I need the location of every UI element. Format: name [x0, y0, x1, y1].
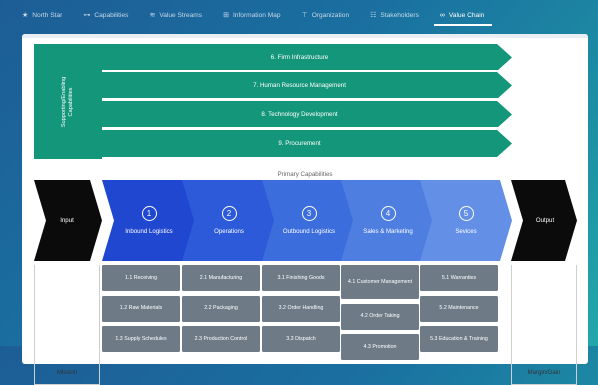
- stage-chevron-services[interactable]: 5 Sevices: [420, 180, 512, 261]
- nav-tab-label: Organization: [311, 11, 350, 19]
- support-row-label: 6. Firm Infrastructure: [270, 54, 329, 61]
- capability-card[interactable]: 3.3 Dispatch: [262, 326, 340, 352]
- stage-number-badge: 2: [221, 206, 237, 221]
- capability-card[interactable]: 1.3 Supply Schedules: [102, 326, 180, 352]
- mission-column: Mission: [34, 265, 100, 385]
- value-chain-panel: Supporting/Enabling Capabilities 6. Firm …: [22, 34, 588, 385]
- nav-tab-label: Stakeholders: [380, 11, 419, 19]
- supporting-capabilities-label: Supporting/Enabling Capabilities: [34, 44, 102, 159]
- link-icon: ∞: [439, 11, 445, 19]
- stakeholders-icon: ☷: [370, 11, 377, 19]
- capability-card[interactable]: 1.2 Raw Materials: [102, 295, 180, 322]
- stage-chevron-content: 5 Sevices: [420, 180, 512, 261]
- stage-number-badge: 1: [141, 206, 157, 221]
- mission-label: Mission: [56, 370, 78, 376]
- hierarchy-icon: ⊶: [83, 11, 91, 19]
- stage-name: Sales & Marketing: [363, 228, 413, 235]
- nav-tab-value-streams[interactable]: ≋ Value Streams: [149, 0, 202, 30]
- capability-card[interactable]: 4.2 Order Taking: [341, 303, 419, 330]
- nav-tab-capabilities[interactable]: ⊶ Capabilities: [83, 0, 128, 30]
- margin-column: Margin/Gain: [511, 265, 577, 385]
- map-icon: ⊞: [223, 11, 229, 19]
- capability-card[interactable]: 5.2 Maintenance: [420, 295, 498, 322]
- capability-card[interactable]: 2.1 Manufacturing: [182, 265, 260, 291]
- capability-card[interactable]: 4.3 Promotion: [341, 334, 419, 360]
- stage-name: Outbound Logistics: [282, 228, 336, 235]
- support-row-label: 7. Human Resource Management: [253, 82, 346, 89]
- stage-name: Sevices: [455, 228, 477, 235]
- nav-tab-label: North Star: [32, 11, 63, 19]
- capability-card[interactable]: 2.3 Production Control: [182, 326, 260, 352]
- input-chevron-content: Input: [34, 180, 100, 261]
- stage-name: Inbound Logistics: [125, 228, 173, 235]
- support-row-label: 9. Procurement: [278, 140, 321, 147]
- stage-number-badge: 4: [380, 206, 396, 221]
- nav-tab-information-map[interactable]: ⊞ Information Map: [223, 0, 281, 30]
- star-icon: ★: [22, 11, 29, 19]
- support-row-technology-development[interactable]: 8. Technology Development: [102, 101, 512, 128]
- capability-column-inbound-logistics: 1.1 Receiving 1.2 Raw Materials 1.3 Supp…: [102, 265, 180, 357]
- capability-card[interactable]: 2.2 Packaging: [182, 295, 260, 322]
- capability-card[interactable]: 1.1 Receiving: [102, 265, 180, 291]
- nav-tab-value-chain[interactable]: ∞ Value Chain: [433, 0, 493, 30]
- capability-column-outbound-logistics: 3.1 Finishing Goods 3.2 Order Handling 3…: [262, 265, 340, 357]
- stage-number-badge: 5: [458, 206, 474, 221]
- nav-tab-label: Capabilities: [94, 11, 129, 19]
- nav-tab-organization[interactable]: ⊤ Organization: [302, 0, 350, 30]
- capability-column-services: 5.1 Warranties 5.2 Maintenance 5.3 Educa…: [420, 265, 498, 357]
- nav-tab-label: Information Map: [232, 11, 281, 19]
- capability-card[interactable]: 3.2 Order Handling: [262, 295, 340, 322]
- nav-tab-north-star[interactable]: ★ North Star: [22, 0, 62, 30]
- input-label: Input: [60, 217, 74, 224]
- output-chevron[interactable]: Output: [511, 180, 577, 261]
- output-chevron-content: Output: [511, 180, 579, 261]
- support-row-human-resource-management[interactable]: 7. Human Resource Management: [102, 72, 512, 99]
- primary-capabilities-title: Primary Capabilities: [277, 171, 333, 178]
- output-label: Output: [535, 217, 555, 224]
- streams-icon: ≋: [149, 11, 156, 19]
- nav-tab-stakeholders[interactable]: ☷ Stakeholders: [370, 0, 419, 30]
- supporting-capabilities-title: Supporting/Enabling Capabilities: [61, 76, 74, 127]
- capability-column-operations: 2.1 Manufacturing 2.2 Packaging 2.3 Prod…: [182, 265, 260, 357]
- support-row-procurement[interactable]: 9. Procurement: [102, 130, 512, 157]
- org-icon: ⊤: [301, 11, 308, 19]
- capability-card[interactable]: 3.1 Finishing Goods: [262, 265, 340, 291]
- input-chevron[interactable]: Input: [34, 180, 102, 261]
- support-row-firm-infrastructure[interactable]: 6. Firm Infrastructure: [102, 44, 512, 71]
- capability-card[interactable]: 5.1 Warranties: [420, 265, 498, 291]
- stage-name: Operations: [214, 228, 244, 235]
- nav-tab-label: Value Streams: [159, 11, 203, 19]
- nav-tab-label: Value Chain: [448, 11, 485, 19]
- margin-gain-label: Margin/Gain: [527, 370, 561, 376]
- capability-card[interactable]: 4.1 Customer Management: [341, 265, 419, 299]
- capability-column-sales-marketing: 4.1 Customer Management 4.2 Order Taking…: [341, 265, 419, 365]
- top-nav: ★ North Star ⊶ Capabilities ≋ Value Stre…: [0, 0, 598, 30]
- capability-card[interactable]: 5.3 Education & Training: [420, 326, 498, 352]
- panel-top-bar: [22, 34, 588, 38]
- stage-number-badge: 3: [301, 206, 317, 221]
- support-row-label: 8. Technology Development: [261, 111, 338, 118]
